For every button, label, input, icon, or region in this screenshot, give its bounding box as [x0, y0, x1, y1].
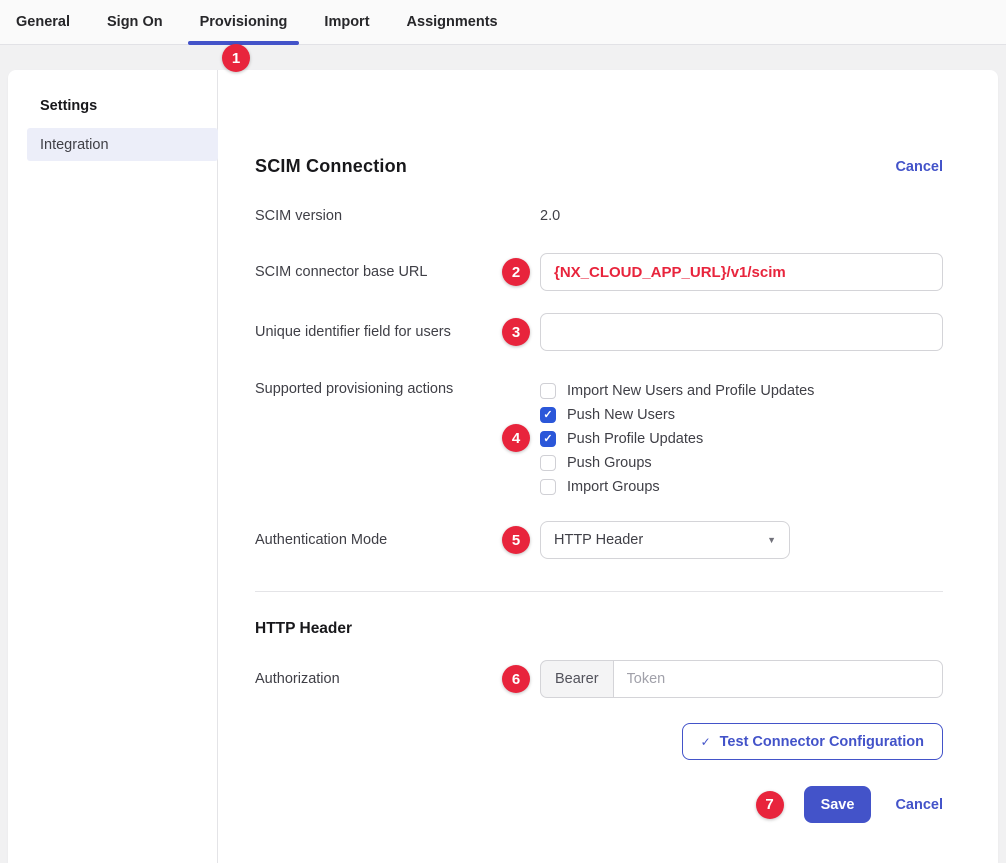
tab-sign-on[interactable]: Sign On [107, 0, 163, 44]
checkbox-label: Import Groups [567, 479, 660, 495]
step-badge-2: 2 [502, 258, 530, 286]
checkbox-label: Push Profile Updates [567, 431, 703, 447]
scim-version-label: SCIM version [255, 208, 540, 224]
app-tabbar: General Sign On Provisioning Import Assi… [0, 0, 1006, 45]
checkbox-import-groups[interactable]: ✓ [540, 479, 556, 495]
check-icon: ✓ [701, 735, 711, 749]
checkbox-label: Import New Users and Profile Updates [567, 383, 814, 399]
provisioning-actions-label: Supported provisioning actions [255, 377, 540, 397]
scim-version-row: SCIM version 2.0 [255, 207, 943, 225]
checkbox-row-push-profile-updates[interactable]: ✓ Push Profile Updates [540, 427, 943, 451]
sidebar-item-label: Integration [40, 137, 109, 153]
checkbox-label: Push New Users [567, 407, 675, 423]
checkbox-push-profile-updates[interactable]: ✓ [540, 431, 556, 447]
token-input[interactable] [613, 660, 943, 698]
check-icon: ✓ [543, 434, 552, 445]
tab-general[interactable]: General [16, 0, 70, 44]
panel-header: SCIM Connection Cancel [255, 156, 943, 177]
auth-mode-select[interactable]: HTTP Header ▼ [540, 521, 790, 559]
step-badge-3: 3 [502, 318, 530, 346]
auth-mode-row: Authentication Mode 5 HTTP Header ▼ [255, 521, 943, 559]
save-button[interactable]: Save [804, 786, 872, 823]
authorization-row: Authorization 6 Bearer [255, 660, 943, 698]
test-button-label: Test Connector Configuration [720, 734, 924, 750]
auth-mode-label: Authentication Mode [255, 532, 540, 548]
provisioning-actions-row: Supported provisioning actions 4 ✓ Impor… [255, 377, 943, 499]
step-badge-6: 6 [502, 665, 530, 693]
checkbox-push-groups[interactable]: ✓ [540, 455, 556, 471]
section-divider [255, 591, 943, 592]
tab-provisioning[interactable]: Provisioning [200, 0, 288, 44]
step-badge-5: 5 [502, 526, 530, 554]
scim-version-value: 2.0 [540, 208, 560, 224]
chevron-down-icon: ▼ [767, 535, 776, 545]
sidebar-item-integration[interactable]: Integration [27, 128, 218, 161]
step-badge-7: 7 [756, 791, 784, 819]
cancel-link-top[interactable]: Cancel [895, 159, 943, 175]
check-icon: ✓ [543, 410, 552, 421]
checkbox-row-push-new-users[interactable]: ✓ Push New Users [540, 403, 943, 427]
unique-id-row: Unique identifier field for users 3 [255, 313, 943, 351]
tab-assignments[interactable]: Assignments [407, 0, 498, 44]
checkbox-label: Push Groups [567, 455, 652, 471]
unique-id-label: Unique identifier field for users [255, 324, 540, 340]
authorization-label: Authorization [255, 671, 540, 687]
bearer-prefix: Bearer [540, 660, 613, 698]
checkbox-row-push-groups[interactable]: ✓ Push Groups [540, 451, 943, 475]
checkbox-import-new-users[interactable]: ✓ [540, 383, 556, 399]
base-url-label: SCIM connector base URL [255, 264, 540, 280]
checkbox-row-import-groups[interactable]: ✓ Import Groups [540, 475, 943, 499]
test-row: ✓ Test Connector Configuration [255, 723, 943, 760]
tab-import[interactable]: Import [324, 0, 369, 44]
sidebar-heading: Settings [40, 98, 217, 114]
auth-mode-selected-value: HTTP Header [554, 532, 643, 548]
settings-sidebar: Settings Integration [8, 70, 218, 863]
base-url-row: SCIM connector base URL 2 [255, 253, 943, 291]
step-badge-1: 1 [222, 44, 250, 72]
page-title: SCIM Connection [255, 156, 407, 177]
step-badge-4: 4 [502, 424, 530, 452]
checkbox-row-import-new-users[interactable]: ✓ Import New Users and Profile Updates [540, 379, 943, 403]
base-url-input[interactable] [540, 253, 943, 291]
unique-id-input[interactable] [540, 313, 943, 351]
http-header-section-heading: HTTP Header [255, 620, 943, 638]
cancel-link-bottom[interactable]: Cancel [895, 797, 943, 813]
scim-connection-panel: SCIM Connection Cancel SCIM version 2.0 … [218, 70, 998, 863]
save-row: 7 Save Cancel [255, 786, 943, 823]
provisioning-card: Settings Integration SCIM Connection Can… [8, 70, 998, 863]
checkbox-push-new-users[interactable]: ✓ [540, 407, 556, 423]
test-connector-configuration-button[interactable]: ✓ Test Connector Configuration [682, 723, 943, 760]
